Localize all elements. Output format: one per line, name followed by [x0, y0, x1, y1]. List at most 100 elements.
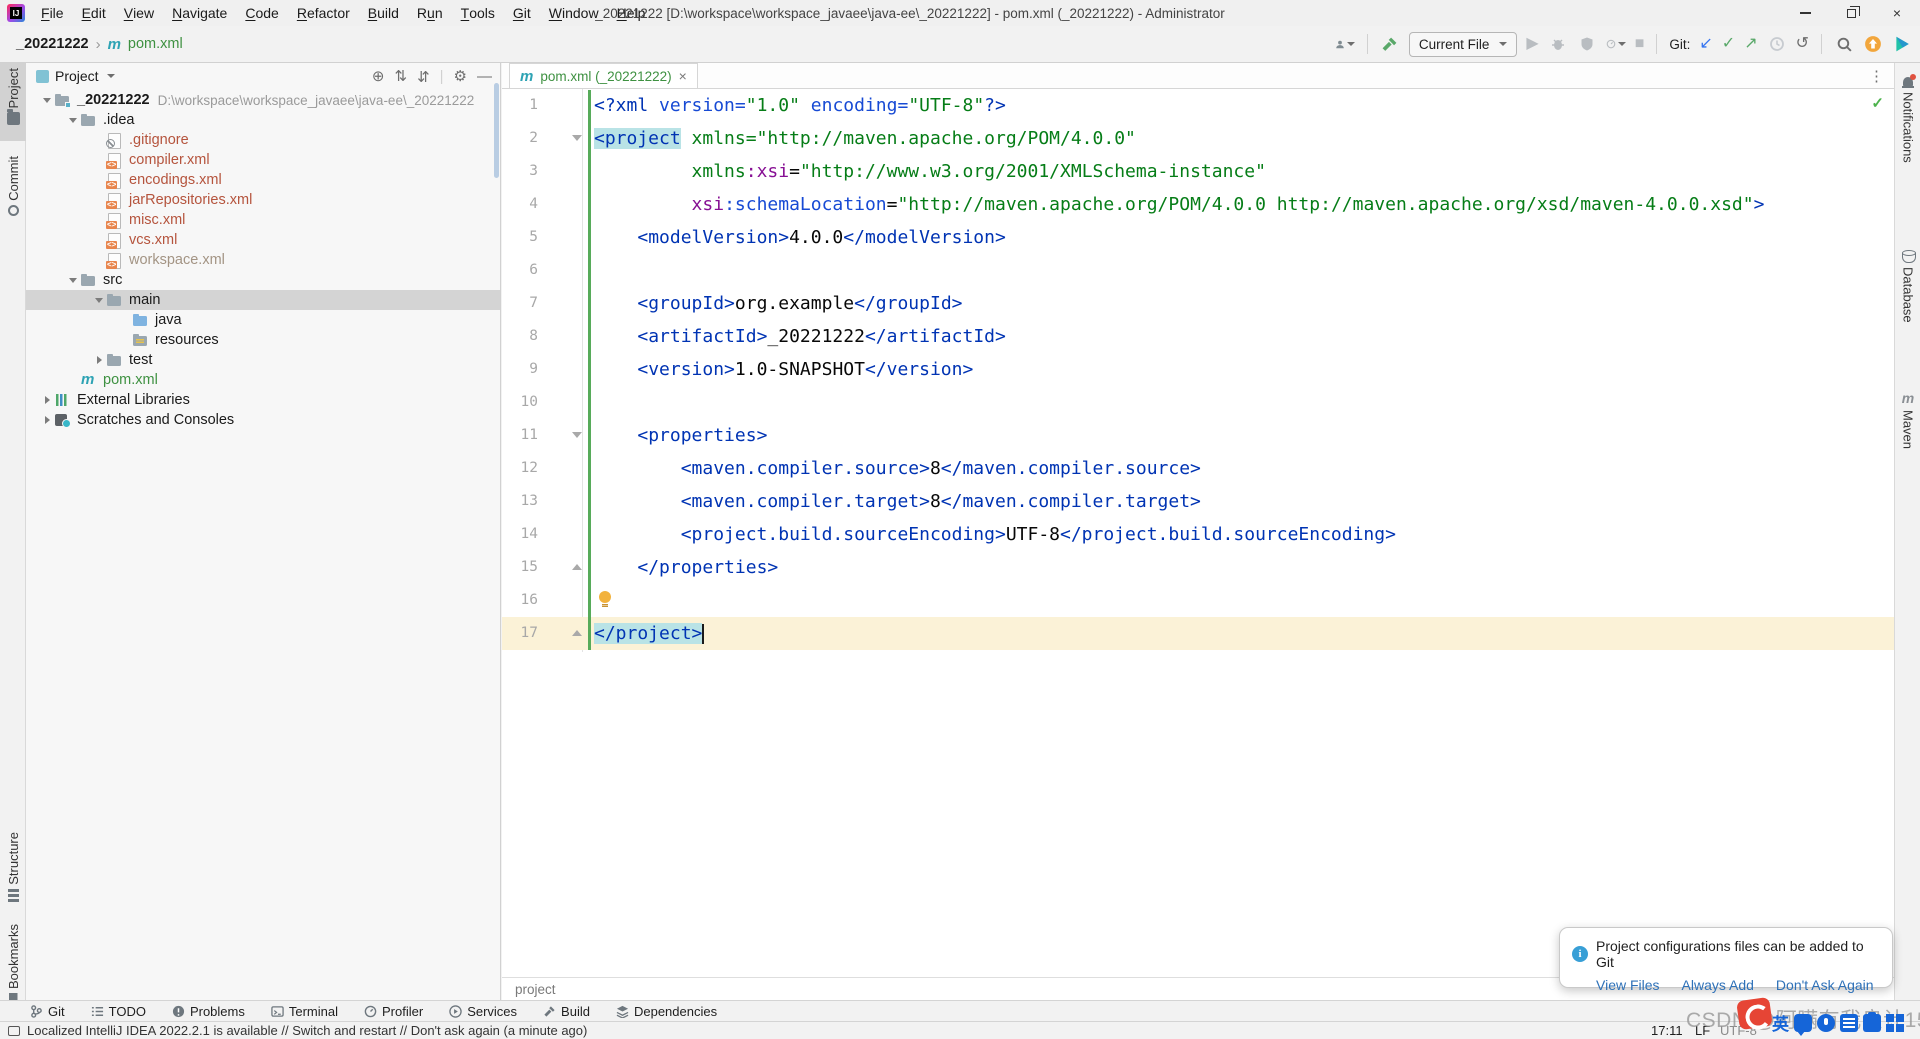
- tree-item-jarrepositories.xml[interactable]: jarRepositories.xml: [26, 190, 500, 210]
- stripe-tab-commit[interactable]: Commit: [0, 151, 26, 227]
- message-bubble-icon[interactable]: [1794, 1014, 1812, 1032]
- minimize-button[interactable]: [1782, 0, 1828, 26]
- stripe-tab-project[interactable]: Project: [0, 63, 26, 141]
- project-tree-scrollbar[interactable]: [494, 83, 499, 178]
- status-message[interactable]: Localized IntelliJ IDEA 2022.2.1 is avai…: [27, 1023, 587, 1038]
- chevron-down-icon[interactable]: [92, 293, 106, 307]
- chevron-down-icon[interactable]: [66, 113, 80, 127]
- tree-item-compiler.xml[interactable]: compiler.xml: [26, 150, 500, 170]
- stripe-tab-database[interactable]: Database: [1895, 245, 1920, 355]
- breadcrumb-file[interactable]: pom.xml: [128, 36, 183, 52]
- ime-keyboard-icon[interactable]: [1840, 1014, 1858, 1032]
- code-line-3[interactable]: 3 xmlns:xsi="http://www.w3.org/2001/XMLS…: [502, 155, 1894, 188]
- tree-item-misc.xml[interactable]: misc.xml: [26, 210, 500, 230]
- profiler-icon[interactable]: [1606, 34, 1626, 54]
- code-line-2[interactable]: 2<project xmlns="http://maven.apache.org…: [502, 122, 1894, 155]
- toolwindow-terminal[interactable]: Terminal: [271, 1004, 338, 1019]
- tree-item-.gitignore[interactable]: .gitignore: [26, 130, 500, 150]
- menu-code[interactable]: Code: [236, 0, 287, 26]
- code-line-1[interactable]: 1<?xml version="1.0" encoding="UTF-8"?>: [502, 89, 1894, 122]
- tree-item-main[interactable]: main: [26, 290, 500, 310]
- code-line-16[interactable]: 16: [502, 584, 1894, 617]
- toolwindow-todo[interactable]: TODO: [91, 1004, 146, 1019]
- intention-bulb-icon[interactable]: [599, 591, 611, 603]
- tree-item-scratches-and-consoles[interactable]: Scratches and Consoles: [26, 410, 500, 430]
- code-line-7[interactable]: 7 <groupId>org.example</groupId>: [502, 287, 1894, 320]
- expand-all-icon[interactable]: ⇅: [394, 67, 407, 85]
- editor-breadcrumb-item[interactable]: project: [515, 982, 556, 997]
- stripe-tab-maven[interactable]: m Maven: [1895, 385, 1920, 485]
- always-add-link[interactable]: Always Add: [1682, 977, 1754, 993]
- fold-end-icon[interactable]: [572, 630, 582, 636]
- search-everywhere-icon[interactable]: [1834, 34, 1854, 54]
- event-log-icon[interactable]: [8, 1026, 20, 1036]
- tree-item-pom.xml[interactable]: pom.xml: [26, 370, 500, 390]
- run-icon[interactable]: ▶: [1526, 36, 1538, 52]
- code-line-11[interactable]: 11 <properties>: [502, 419, 1894, 452]
- tree-item-_20221222[interactable]: _20221222D:\workspace\workspace_javaee\j…: [26, 90, 500, 110]
- code-line-14[interactable]: 14 <project.build.sourceEncoding>UTF-8</…: [502, 518, 1894, 551]
- breadcrumb-project[interactable]: _20221222: [16, 36, 89, 52]
- git-commit-check-icon[interactable]: ✓: [1722, 36, 1735, 52]
- menu-navigate[interactable]: Navigate: [163, 0, 236, 26]
- fold-end-icon[interactable]: [572, 564, 582, 570]
- update-available-icon[interactable]: [1863, 34, 1883, 54]
- chinese-english-toggle-icon[interactable]: 英: [1772, 1010, 1789, 1035]
- collapse-all-icon[interactable]: ⇅: [417, 67, 430, 85]
- tree-item-.idea[interactable]: .idea: [26, 110, 500, 130]
- menu-run[interactable]: Run: [408, 0, 452, 26]
- code-line-15[interactable]: 15 </properties>: [502, 551, 1894, 584]
- toolwindow-git[interactable]: Git: [30, 1004, 65, 1019]
- code-editor[interactable]: 1<?xml version="1.0" encoding="UTF-8"?>2…: [502, 89, 1894, 977]
- editor-tab-pom[interactable]: m pom.xml (_20221222) ×: [509, 63, 698, 88]
- stripe-tab-bookmarks[interactable]: Bookmarks: [0, 919, 26, 1009]
- tree-item-resources[interactable]: resources: [26, 330, 500, 350]
- menu-build[interactable]: Build: [359, 0, 408, 26]
- stripe-tab-notifications[interactable]: Notifications: [1895, 71, 1920, 201]
- code-line-17[interactable]: 17</project>: [502, 617, 1894, 650]
- locate-file-icon[interactable]: ⊕: [372, 67, 385, 85]
- chevron-down-icon[interactable]: [40, 93, 54, 107]
- tab-close-icon[interactable]: ×: [679, 69, 687, 83]
- run-configuration-select[interactable]: Current File: [1409, 32, 1518, 57]
- restore-button[interactable]: [1828, 0, 1874, 26]
- tree-item-java[interactable]: java: [26, 310, 500, 330]
- project-view-dropdown-icon[interactable]: [107, 74, 115, 78]
- stripe-tab-structure[interactable]: Structure: [0, 827, 26, 913]
- rollback-icon[interactable]: ↺: [1796, 36, 1809, 52]
- code-line-12[interactable]: 12 <maven.compiler.source>8</maven.compi…: [502, 452, 1894, 485]
- code-with-me-icon[interactable]: [1892, 34, 1912, 54]
- tab-options-kebab-icon[interactable]: ⋮: [1869, 67, 1884, 85]
- menu-file[interactable]: File: [32, 0, 73, 26]
- tree-item-external-libraries[interactable]: External Libraries: [26, 390, 500, 410]
- tree-item-src[interactable]: src: [26, 270, 500, 290]
- fold-start-icon[interactable]: [572, 135, 582, 141]
- git-update-icon[interactable]: ↙: [1699, 36, 1712, 52]
- tree-item-encodings.xml[interactable]: encodings.xml: [26, 170, 500, 190]
- view-files-link[interactable]: View Files: [1596, 977, 1660, 993]
- tree-item-vcs.xml[interactable]: vcs.xml: [26, 230, 500, 250]
- coverage-icon[interactable]: [1577, 34, 1597, 54]
- tree-item-test[interactable]: test: [26, 350, 500, 370]
- code-line-6[interactable]: 6: [502, 254, 1894, 287]
- close-button[interactable]: ×: [1874, 0, 1920, 26]
- chevron-right-icon[interactable]: [40, 393, 54, 407]
- code-line-10[interactable]: 10: [502, 386, 1894, 419]
- project-panel-title[interactable]: Project: [55, 68, 99, 84]
- hide-panel-icon[interactable]: —: [477, 68, 492, 85]
- chevron-down-icon[interactable]: [66, 273, 80, 287]
- toolwindow-dependencies[interactable]: Dependencies: [616, 1004, 717, 1019]
- clipboard-icon[interactable]: [1863, 1014, 1881, 1032]
- toolwindow-profiler[interactable]: Profiler: [364, 1004, 423, 1019]
- ime-grid-icon[interactable]: [1886, 1014, 1904, 1032]
- menu-view[interactable]: View: [115, 0, 163, 26]
- tree-item-workspace.xml[interactable]: workspace.xml: [26, 250, 500, 270]
- chevron-right-icon[interactable]: [40, 413, 54, 427]
- git-push-icon[interactable]: ↗: [1744, 36, 1757, 52]
- menu-edit[interactable]: Edit: [73, 0, 115, 26]
- toolwindow-services[interactable]: Services: [449, 1004, 517, 1019]
- toolwindow-build[interactable]: Build: [543, 1004, 590, 1019]
- code-line-8[interactable]: 8 <artifactId>_20221222</artifactId>: [502, 320, 1894, 353]
- code-line-9[interactable]: 9 <version>1.0-SNAPSHOT</version>: [502, 353, 1894, 386]
- user-account-icon[interactable]: [1335, 34, 1355, 54]
